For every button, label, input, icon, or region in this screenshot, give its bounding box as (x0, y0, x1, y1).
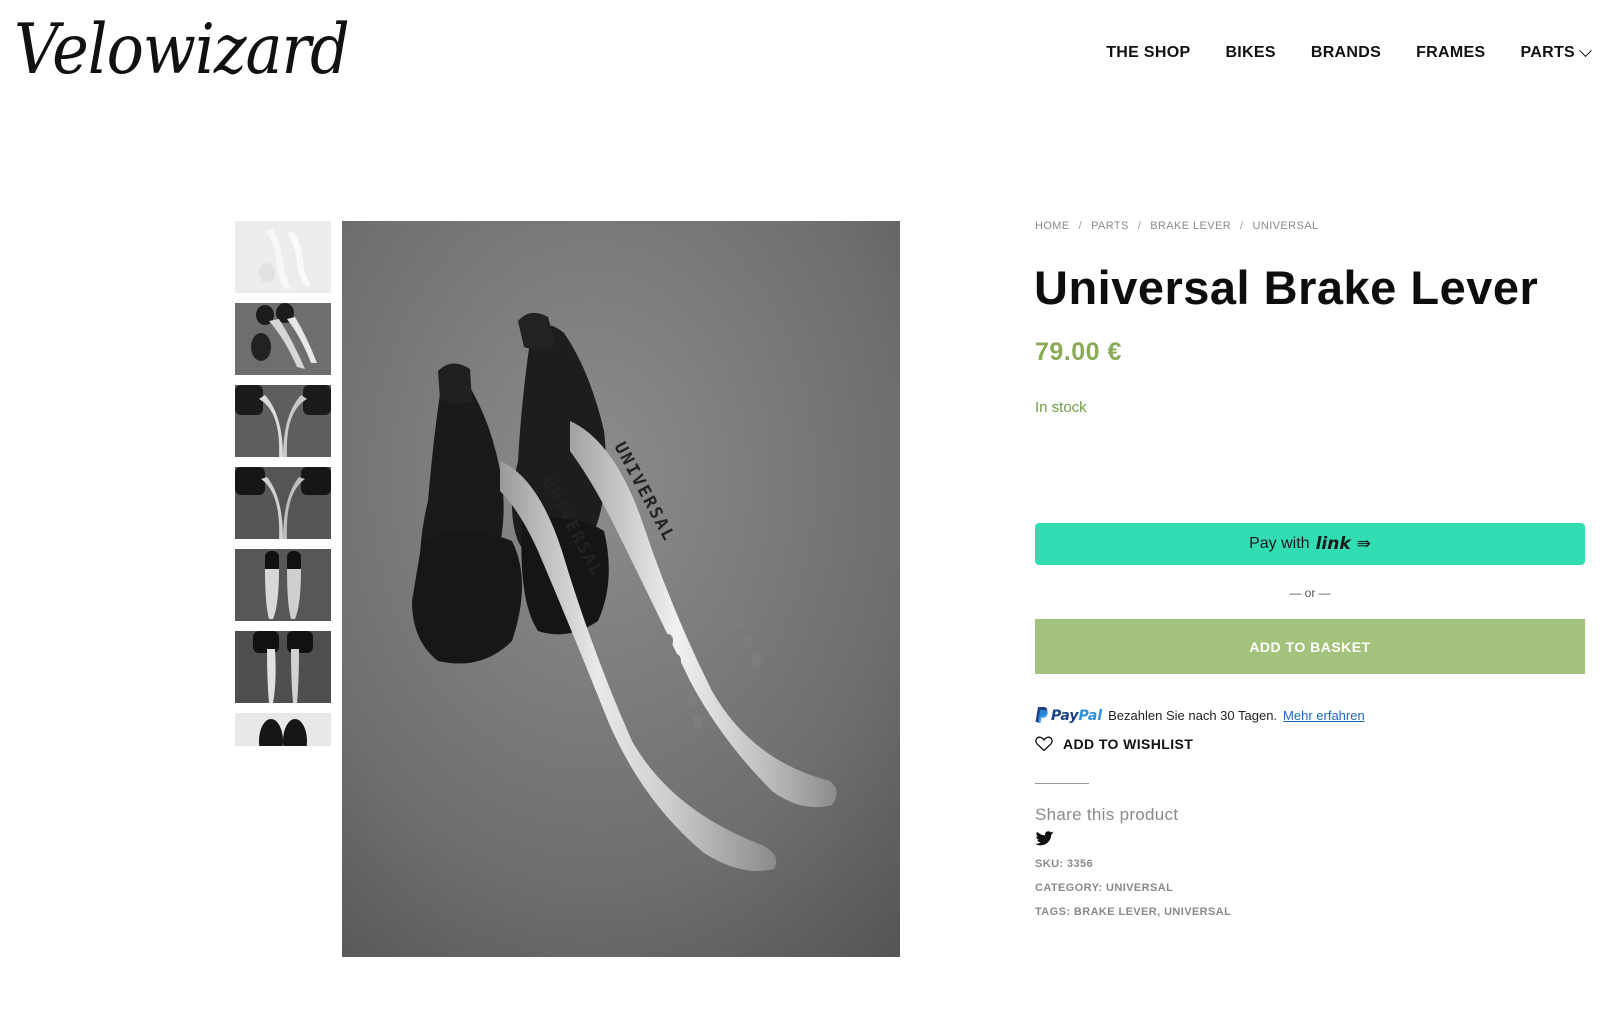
pay-with-label: Pay with (1249, 535, 1310, 552)
product-title: Universal Brake Lever (1034, 261, 1539, 314)
thumbnail-image (235, 549, 331, 621)
sku-label: SKU: (1035, 858, 1064, 870)
thumbnail-5[interactable] (235, 549, 331, 621)
tag-separator: , (1157, 906, 1161, 918)
breadcrumb-universal[interactable]: UNIVERSAL (1253, 220, 1319, 232)
thumbnail-strip (235, 221, 331, 746)
breadcrumb-parts[interactable]: PARTS (1091, 220, 1129, 232)
add-to-basket-button[interactable]: ADD TO BASKET (1035, 619, 1585, 674)
breadcrumb-separator: / (1240, 220, 1244, 232)
paypal-word-pay: Pay (1051, 707, 1079, 724)
share-title: Share this product (1035, 805, 1179, 824)
thumbnail-image (235, 467, 331, 539)
thumbnail-7[interactable] (235, 713, 331, 746)
link-logo: link (1315, 534, 1351, 554)
category-link[interactable]: UNIVERSAL (1106, 882, 1173, 894)
thumbnail-4[interactable] (235, 467, 331, 539)
breadcrumb-separator: / (1137, 220, 1142, 232)
nav-label: THE SHOP (1106, 44, 1191, 61)
product-price: 79.00 € (1035, 338, 1122, 366)
chevron-down-icon (1579, 43, 1592, 57)
nav-label: BRANDS (1310, 44, 1382, 61)
paypal-icon (1035, 707, 1048, 723)
site-logo-text: Velowizard (14, 8, 350, 90)
thumbnail-1[interactable] (235, 221, 331, 293)
nav-item-frames[interactable]: FRAMES (1416, 44, 1485, 62)
sku-value: 3356 (1066, 858, 1094, 870)
paypal-word-pal: Pal (1078, 707, 1103, 724)
tag-link-brake-lever[interactable]: BRAKE LEVER (1074, 906, 1157, 918)
nav-label: BIKES (1225, 44, 1276, 61)
thumbnail-image (235, 303, 331, 375)
thumbnail-image (235, 385, 331, 457)
category-label: CATEGORY: (1035, 882, 1103, 894)
main-nav: THE SHOP BIKES BRANDS FRAMES PARTS (1106, 43, 1592, 62)
nav-item-parts[interactable]: PARTS (1520, 43, 1592, 62)
heart-icon (1035, 736, 1053, 752)
arrow-icon: ⇛ (1356, 534, 1371, 553)
nav-item-the-shop[interactable]: THE SHOP (1106, 44, 1190, 62)
main-product-image[interactable]: UNIVERSAL UNIVERSAL (342, 221, 900, 957)
thumbnail-image (235, 631, 331, 703)
product-photo: UNIVERSAL UNIVERSAL (342, 221, 900, 957)
thumbnail-2[interactable] (235, 303, 331, 375)
nav-label: FRAMES (1416, 44, 1486, 61)
tags-line: TAGS: BRAKE LEVER, UNIVERSAL (1035, 906, 1231, 918)
thumbnail-image (235, 221, 331, 293)
sku-line: SKU: 3356 (1035, 858, 1093, 870)
twitter-icon[interactable] (1035, 831, 1054, 847)
pay-with-link-button[interactable]: Pay with link ⇛ (1035, 523, 1585, 565)
paypal-text: Bezahlen Sie nach 30 Tagen. (1108, 708, 1278, 723)
nav-item-bikes[interactable]: BIKES (1225, 44, 1275, 62)
stock-status: In stock (1035, 399, 1087, 416)
category-line: CATEGORY: UNIVERSAL (1035, 882, 1173, 894)
paypal-logo: PayPal (1035, 707, 1102, 724)
tag-link-universal[interactable]: UNIVERSAL (1164, 906, 1231, 918)
paypal-learn-more-link[interactable]: Mehr erfahren (1283, 708, 1365, 723)
thumbnail-3[interactable] (235, 385, 331, 457)
site-logo[interactable]: Velowizard (14, 6, 350, 102)
nav-item-brands[interactable]: BRANDS (1311, 44, 1381, 62)
paypal-message: PayPal Bezahlen Sie nach 30 Tagen. Mehr … (1035, 707, 1365, 724)
breadcrumb-brake-lever[interactable]: BRAKE LEVER (1150, 220, 1231, 232)
add-to-wishlist-button[interactable]: ADD TO WISHLIST (1035, 736, 1193, 752)
nav-label: PARTS (1520, 44, 1575, 61)
tags-label: TAGS: (1035, 906, 1071, 918)
thumbnail-image (235, 713, 331, 746)
breadcrumb-home[interactable]: HOME (1035, 220, 1070, 232)
wishlist-label: ADD TO WISHLIST (1063, 736, 1194, 752)
or-divider: — or — (1289, 586, 1331, 600)
thumbnail-6[interactable] (235, 631, 331, 703)
share-divider (1035, 783, 1089, 784)
breadcrumb-separator: / (1078, 220, 1083, 232)
breadcrumb: HOME / PARTS / BRAKE LEVER / UNIVERSAL (1035, 220, 1318, 232)
